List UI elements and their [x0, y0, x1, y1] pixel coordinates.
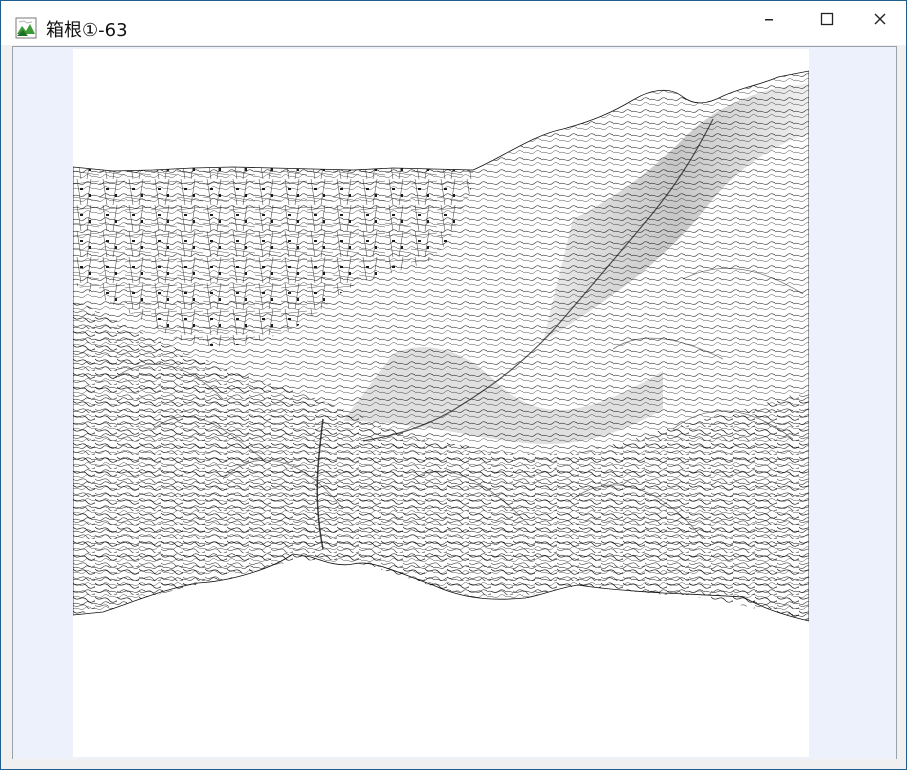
maximize-icon — [820, 12, 834, 26]
minimize-icon — [763, 13, 775, 25]
terrain-map-svg — [73, 70, 809, 622]
maximize-button[interactable] — [804, 7, 850, 31]
close-icon — [873, 12, 887, 26]
map-viewport[interactable] — [12, 46, 897, 760]
minimize-button[interactable] — [746, 7, 792, 31]
status-strip — [1, 759, 906, 769]
close-button[interactable] — [857, 7, 903, 31]
title-bar[interactable]: 箱根①-63 — [1, 1, 906, 45]
terrain-map-icon — [15, 17, 37, 39]
terrain-map-canvas[interactable] — [73, 49, 809, 757]
app-window: 箱根①-63 — [0, 0, 907, 770]
window-title: 箱根①-63 — [46, 20, 128, 41]
